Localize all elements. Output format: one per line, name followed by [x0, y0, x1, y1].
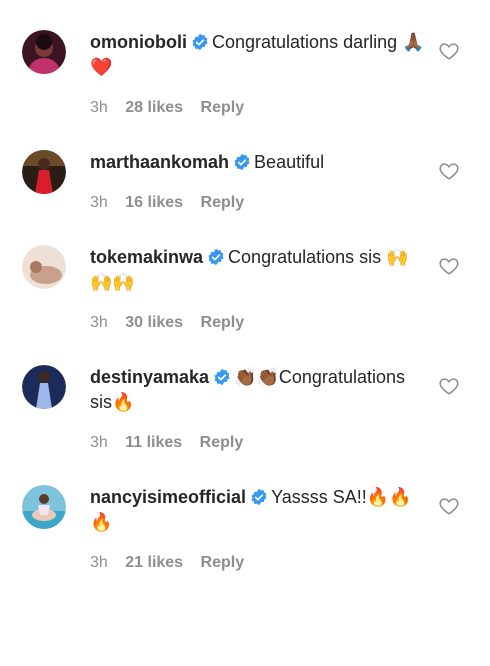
- verified-badge-icon: [213, 368, 231, 386]
- reply-button[interactable]: Reply: [201, 554, 245, 571]
- avatar[interactable]: [22, 150, 66, 194]
- comment-text: Beautiful: [254, 152, 325, 172]
- heart-outline-icon[interactable]: [438, 495, 460, 517]
- comment-body: tokemakinwa Congratulations sis 🙌🙌🙌: [90, 245, 425, 295]
- comment-time: 3h: [90, 194, 108, 211]
- reply-button[interactable]: Reply: [201, 99, 245, 116]
- verified-badge-icon: [250, 488, 268, 506]
- comment-meta: 3h 11 likes Reply: [90, 434, 256, 452]
- heart-outline-icon[interactable]: [438, 255, 460, 277]
- verified-badge-icon: [207, 248, 225, 266]
- comment-body: destinyamaka 👏🏾👏🏾Congratulations sis🔥: [90, 365, 425, 415]
- comment-body: omonioboli Congratulations darling 🙏🏾❤️: [90, 30, 425, 80]
- comment-body: marthaankomah Beautiful: [90, 150, 425, 175]
- comment-likes[interactable]: 21 likes: [125, 554, 183, 571]
- heart-outline-icon[interactable]: [438, 40, 460, 62]
- comment-meta: 3h 21 likes Reply: [90, 554, 257, 572]
- comment-likes[interactable]: 16 likes: [125, 194, 183, 211]
- verified-badge-icon: [191, 33, 209, 51]
- reply-button[interactable]: Reply: [200, 434, 244, 451]
- comment-username[interactable]: destinyamaka: [90, 367, 209, 387]
- comment-time: 3h: [90, 314, 108, 331]
- heart-outline-icon[interactable]: [438, 160, 460, 182]
- avatar[interactable]: [22, 485, 66, 529]
- comment-time: 3h: [90, 554, 108, 571]
- comment-meta: 3h 16 likes Reply: [90, 194, 257, 212]
- reply-button[interactable]: Reply: [201, 194, 245, 211]
- comment-time: 3h: [90, 434, 108, 451]
- comment-username[interactable]: nancyisimeofficial: [90, 487, 246, 507]
- heart-outline-icon[interactable]: [438, 375, 460, 397]
- avatar[interactable]: [22, 365, 66, 409]
- avatar[interactable]: [22, 30, 66, 74]
- comment-body: nancyisimeofficial Yassss SA!!🔥🔥🔥: [90, 485, 425, 535]
- comment-meta: 3h 30 likes Reply: [90, 314, 257, 332]
- comment-username[interactable]: marthaankomah: [90, 152, 229, 172]
- comment-likes[interactable]: 11 likes: [125, 434, 182, 451]
- comment-time: 3h: [90, 99, 108, 116]
- avatar[interactable]: [22, 245, 66, 289]
- comment-username[interactable]: tokemakinwa: [90, 247, 203, 267]
- verified-badge-icon: [233, 153, 251, 171]
- comment-likes[interactable]: 30 likes: [125, 314, 183, 331]
- comment-likes[interactable]: 28 likes: [125, 99, 183, 116]
- reply-button[interactable]: Reply: [201, 314, 245, 331]
- comment-meta: 3h 28 likes Reply: [90, 99, 257, 117]
- comment-username[interactable]: omonioboli: [90, 32, 187, 52]
